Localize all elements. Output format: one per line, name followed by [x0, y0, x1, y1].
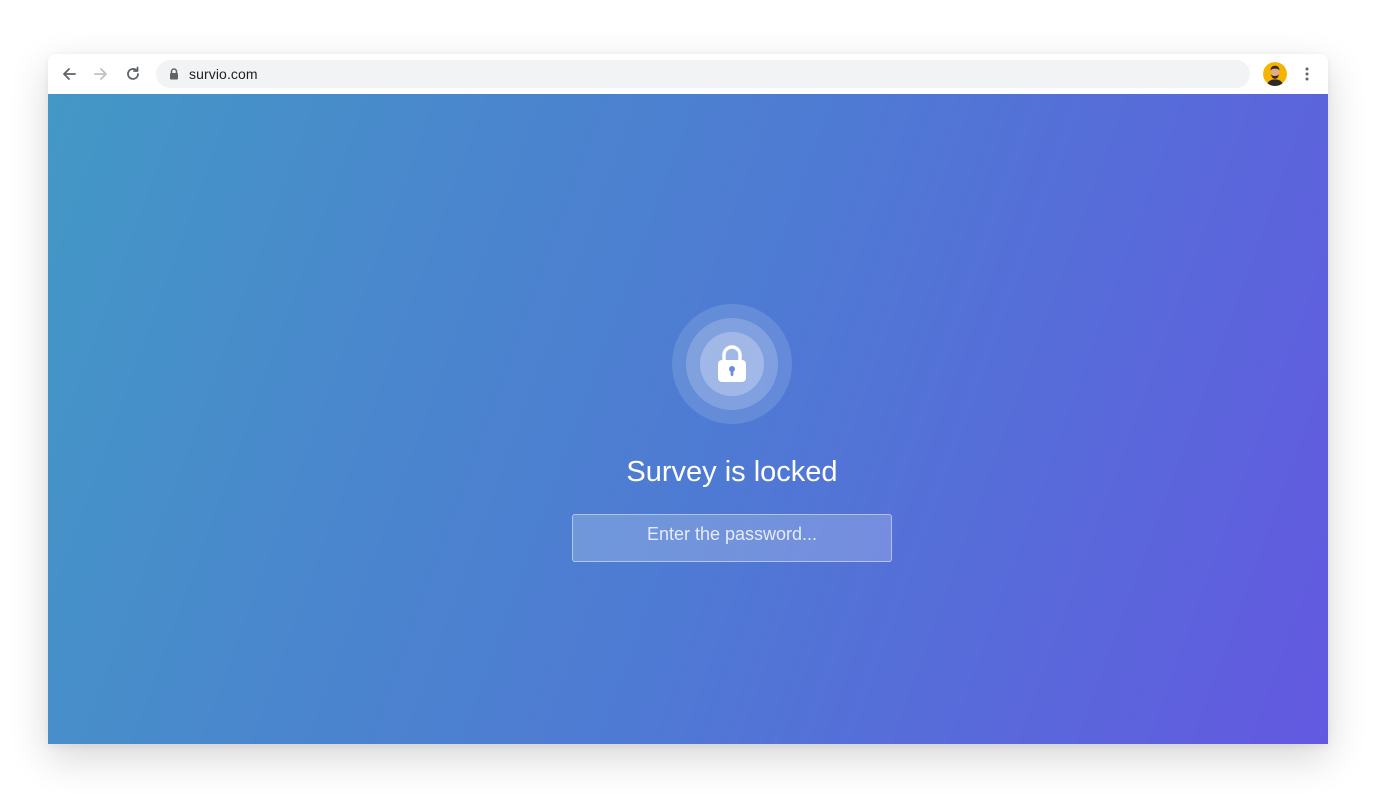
password-input[interactable] — [572, 514, 892, 562]
avatar-icon — [1263, 62, 1287, 86]
padlock-icon — [718, 345, 746, 382]
profile-avatar[interactable] — [1263, 62, 1287, 86]
address-bar[interactable]: survio.com — [156, 60, 1250, 88]
lock-badge-ring — [686, 318, 778, 410]
kebab-menu-icon — [1305, 67, 1309, 81]
reload-button[interactable] — [121, 62, 145, 86]
browser-window: survio.com Survey is locked — [48, 54, 1328, 744]
lock-badge — [672, 304, 792, 424]
page-title: Survey is locked — [626, 456, 838, 488]
lock-badge-core — [700, 332, 764, 396]
forward-button[interactable] — [89, 62, 113, 86]
url-text: survio.com — [189, 66, 258, 82]
browser-toolbar: survio.com — [48, 54, 1328, 94]
reload-icon — [127, 66, 139, 80]
lock-icon — [168, 67, 180, 81]
arrow-left-icon — [63, 68, 76, 80]
back-button[interactable] — [57, 62, 81, 86]
page-content: Survey is locked — [48, 94, 1328, 744]
arrow-right-icon — [94, 68, 107, 80]
browser-menu-button[interactable] — [1297, 62, 1317, 86]
